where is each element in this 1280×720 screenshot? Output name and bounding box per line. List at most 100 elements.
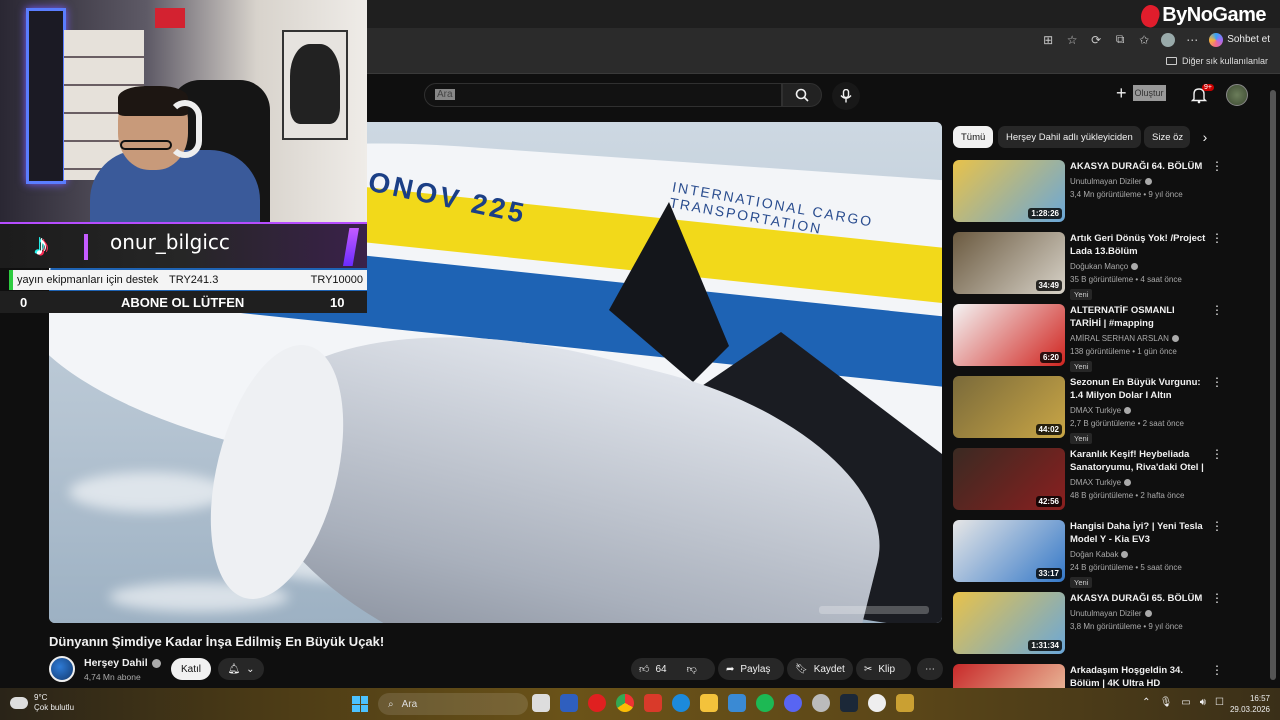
related-channel[interactable]: Doğan Kabak <box>1070 550 1129 559</box>
more-vert-icon[interactable]: ⋮ <box>1211 592 1223 604</box>
yandex-icon[interactable] <box>644 694 662 712</box>
network-icon[interactable]: ▭ <box>1181 697 1190 708</box>
related-channel[interactable]: DMAX Turkiye <box>1070 478 1132 487</box>
related-thumbnail[interactable]: 33:17 <box>953 520 1065 582</box>
more-vert-icon[interactable]: ⋮ <box>1211 304 1223 316</box>
new-badge: Yeni <box>1070 361 1093 372</box>
weather-temp: 9°C <box>34 693 48 702</box>
related-title[interactable]: Karanlık Keşif! Heybeliada Sanatoryumu, … <box>1070 448 1208 474</box>
related-video-item[interactable]: 1:31:34 AKASYA DURAĞI 65. BÖLÜM Unutulmaya… <box>953 592 1223 658</box>
subscriber-count: 4,74 Mn abone <box>84 672 141 682</box>
create-button[interactable]: + Oluştur <box>1116 84 1166 102</box>
share-button[interactable]: ➦ Paylaş <box>718 658 784 680</box>
taskbar-search[interactable]: ⌕ Ara <box>378 693 528 715</box>
chevron-right-icon[interactable]: › <box>1194 126 1216 148</box>
star-icon[interactable]: ☆ <box>1065 33 1079 47</box>
search-button[interactable] <box>782 83 822 107</box>
more-actions-button[interactable]: ⋯ <box>917 658 943 680</box>
folder-icon[interactable] <box>700 694 718 712</box>
related-video-item[interactable]: 1:28:26 AKASYA DURAĞI 64. BÖLÜM Unutulmaya… <box>953 160 1223 226</box>
search-icon <box>795 88 809 102</box>
app-grid-icon[interactable]: ⊞ <box>1041 33 1055 47</box>
related-channel[interactable]: Unutulmayan Diziler <box>1070 609 1152 618</box>
chip-from-uploader[interactable]: Herşey Dahil adlı yükleyiciden <box>998 126 1141 148</box>
split-screen-icon[interactable]: ⧉ <box>1113 32 1127 47</box>
related-thumbnail[interactable]: 44:02 <box>953 376 1065 438</box>
thumbs-down-icon[interactable]: 👎︎ <box>687 663 697 675</box>
more-vert-icon[interactable]: ⋮ <box>1211 664 1223 676</box>
join-button[interactable]: Katıl <box>171 658 211 680</box>
weather-widget[interactable]: 9°C Çok bulutlu <box>10 693 74 713</box>
weather-text: 9°C Çok bulutlu <box>34 693 74 713</box>
other-favorites[interactable]: Diğer sık kullanılanlar <box>1165 56 1268 66</box>
spotify-icon[interactable] <box>756 694 774 712</box>
chrome-icon[interactable] <box>616 694 634 712</box>
related-channel[interactable]: DMAX Turkiye <box>1070 406 1132 415</box>
copilot-button[interactable]: Sohbet et <box>1209 32 1270 47</box>
related-title[interactable]: AKASYA DURAĞI 64. BÖLÜM <box>1070 160 1208 173</box>
microphone-icon[interactable]: 🎙︎ <box>1160 697 1173 708</box>
like-dislike-button[interactable]: 👍︎ 64 👎︎ <box>631 658 715 680</box>
related-channel[interactable]: AMİRAL SERHAN ARSLAN <box>1070 334 1179 343</box>
opera-icon[interactable] <box>588 694 606 712</box>
settings-icon[interactable] <box>868 694 886 712</box>
edge-icon[interactable] <box>672 694 690 712</box>
related-title[interactable]: Arkadaşım Hoşgeldin 34. Bölüm | 4K Ultra… <box>1070 664 1208 690</box>
more-vert-icon[interactable]: ⋮ <box>1211 448 1223 460</box>
related-thumbnail[interactable]: 1:31:34 <box>953 592 1065 654</box>
more-vert-icon[interactable]: ⋮ <box>1211 232 1223 244</box>
page-scrollbar[interactable] <box>1270 90 1276 680</box>
extension-icon[interactable]: ⟳ <box>1089 33 1103 47</box>
related-video-item[interactable]: 34:49 Artık Geri Dönüş Yok! /Project Lada… <box>953 232 1223 300</box>
related-thumbnail[interactable]: 1:28:26 <box>953 160 1065 222</box>
save-button[interactable]: 🔖︎ Kaydet <box>787 658 853 680</box>
related-thumbnail[interactable]: 42:56 <box>953 448 1065 510</box>
more-icon[interactable]: ⋯ <box>1185 33 1199 47</box>
related-channel[interactable]: Unutulmayan Diziler <box>1070 177 1152 186</box>
related-title[interactable]: AKASYA DURAĞI 65. BÖLÜM <box>1070 592 1208 605</box>
voice-search-button[interactable] <box>832 82 860 110</box>
related-video-item[interactable]: 6:20 ALTERNATİF OSMANLI TARİHİ | #mapping… <box>953 304 1223 372</box>
related-title[interactable]: Artık Geri Dönüş Yok! /Project Lada 13.B… <box>1070 232 1208 258</box>
related-title[interactable]: ALTERNATİF OSMANLI TARİHİ | #mapping <box>1070 304 1208 330</box>
more-vert-icon[interactable]: ⋮ <box>1211 376 1223 388</box>
chevron-up-icon[interactable]: ⌃ <box>1142 697 1150 708</box>
related-video-item[interactable]: 33:17 Hangisi Daha İyi? | Yeni Tesla Mode… <box>953 520 1223 588</box>
verified-icon <box>1124 479 1132 486</box>
teams-icon[interactable] <box>560 694 578 712</box>
obs-icon[interactable] <box>812 694 830 712</box>
related-thumbnail[interactable]: 6:20 <box>953 304 1065 366</box>
profile-icon[interactable] <box>1161 32 1176 47</box>
related-video-item[interactable]: 42:56 Karanlık Keşif! Heybeliada Sanatory… <box>953 448 1223 514</box>
verified-icon <box>1131 263 1139 270</box>
favorites-icon[interactable]: ✩ <box>1137 33 1151 47</box>
notification-icon[interactable]: ☐ <box>1215 697 1224 708</box>
more-vert-icon[interactable]: ⋮ <box>1211 520 1223 532</box>
related-title[interactable]: Sezonun En Büyük Vurgunu: 1.4 Milyon Dol… <box>1070 376 1208 402</box>
chip-all[interactable]: Tümü <box>953 126 994 148</box>
clip-button[interactable]: ✂ Klip <box>856 658 911 680</box>
volume-icon[interactable]: 🔊︎ <box>1200 697 1206 708</box>
subscription-bell-button[interactable]: 🔔︎ ⌄ <box>218 658 264 680</box>
chip-for-you[interactable]: Size öz <box>1144 126 1190 148</box>
discord-icon[interactable] <box>784 694 802 712</box>
search-input[interactable]: Ara <box>424 83 782 107</box>
channel-avatar[interactable] <box>49 656 75 682</box>
store-icon[interactable] <box>728 694 746 712</box>
related-thumbnail[interactable]: 34:49 <box>953 232 1065 294</box>
related-channel-name: AMİRAL SERHAN ARSLAN <box>1070 334 1169 343</box>
steam-icon[interactable] <box>840 694 858 712</box>
related-channel[interactable]: Doğukan Manço <box>1070 262 1139 271</box>
windows-start-icon[interactable] <box>352 696 368 712</box>
channel-name-row[interactable]: Herşey Dahil <box>84 657 161 669</box>
related-title[interactable]: Hangisi Daha İyi? | Yeni Tesla Model Y -… <box>1070 520 1208 546</box>
app-icon[interactable] <box>896 694 914 712</box>
related-video-item[interactable]: 44:02 Sezonun En Büyük Vurgunu: 1.4 Milyo… <box>953 376 1223 444</box>
goal-target: TRY10000 <box>310 274 363 286</box>
more-vert-icon[interactable]: ⋮ <box>1211 160 1223 172</box>
taskbar-clock[interactable]: 16:57 29.03.2026 <box>1230 693 1270 715</box>
channel-name[interactable]: Herşey Dahil <box>84 657 148 669</box>
thumbs-up-icon[interactable]: 👍︎ <box>639 663 649 675</box>
file-icon[interactable] <box>532 694 550 712</box>
user-avatar[interactable] <box>1226 84 1248 106</box>
